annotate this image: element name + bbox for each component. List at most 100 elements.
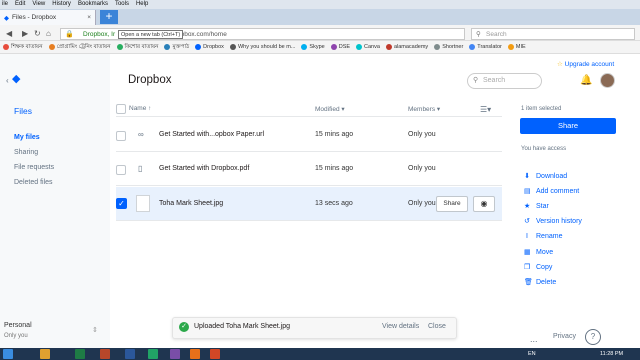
column-header-modified[interactable]: Modified ▾ xyxy=(315,105,345,113)
bookmark-icon xyxy=(229,44,236,50)
language-indicator[interactable]: EN xyxy=(528,349,536,359)
bookmark-item[interactable]: প্রোগ্রামিং ট্রেনিং বাতায়ন xyxy=(48,41,111,53)
column-header-name[interactable]: Name ↑ xyxy=(129,105,151,112)
collapse-chevron-icon[interactable]: ‹ xyxy=(6,76,9,85)
taskbar-app-icon[interactable] xyxy=(148,349,158,359)
action-add-comment[interactable]: ▤ Add comment xyxy=(524,187,579,196)
file-name[interactable]: Toha Mark Sheet.jpg xyxy=(159,200,223,207)
bookmark-item[interactable]: Shortner xyxy=(434,41,463,53)
taskbar-powerpoint-icon[interactable] xyxy=(100,349,110,359)
action-rename[interactable]: I Rename xyxy=(524,233,562,240)
search-placeholder: Search xyxy=(483,77,506,84)
taskbar-excel-icon[interactable] xyxy=(75,349,85,359)
bookmark-item[interactable]: মুক্তপাঠ xyxy=(164,41,189,53)
privacy-link[interactable]: Privacy xyxy=(553,333,576,340)
column-header-members[interactable]: Members ▾ xyxy=(408,105,440,113)
tab-strip xyxy=(0,9,640,25)
notifications-bell-icon[interactable]: 🔔 xyxy=(580,75,592,86)
bookmark-item[interactable]: কিশোর বাতায়ন xyxy=(116,41,158,53)
star-outline-icon: ☆ xyxy=(557,61,563,68)
share-button[interactable]: Share xyxy=(520,118,616,134)
browser-search-placeholder: Search xyxy=(486,31,507,38)
bookmark-item[interactable]: Canva xyxy=(356,41,380,53)
sidebar xyxy=(0,54,110,348)
start-icon[interactable] xyxy=(3,349,13,359)
toast-close-link[interactable]: Close xyxy=(428,323,446,330)
download-icon: ⬇ xyxy=(524,173,530,180)
upgrade-account-link[interactable]: ☆ Upgrade account xyxy=(557,60,614,68)
bookmark-item[interactable]: Skype xyxy=(301,41,325,53)
bookmark-icon xyxy=(301,44,308,50)
page-title: Dropbox xyxy=(128,74,172,86)
row-checkbox-checked[interactable]: ✓ xyxy=(116,198,127,209)
sidebar-item-sharing[interactable]: Sharing xyxy=(14,149,38,156)
avatar[interactable] xyxy=(600,73,615,88)
browser-search-input[interactable]: ⚲ Search xyxy=(471,28,635,40)
sidebar-item-my-files[interactable]: My files xyxy=(14,134,40,141)
action-copy[interactable]: ❐ Copy xyxy=(524,263,552,272)
bookmarks-bar: শিক্ষক বাতায়ন প্রোগ্রামিং ট্রেনিং বাতায… xyxy=(0,41,640,54)
help-button[interactable]: ? xyxy=(585,329,601,345)
file-name[interactable]: Get Started with...opbox Paper.url xyxy=(159,131,264,138)
select-all-checkbox[interactable] xyxy=(116,104,126,114)
bookmark-item[interactable]: Why you should be m... xyxy=(229,41,295,53)
bookmark-item[interactable]: DSE xyxy=(330,41,350,53)
dropbox-logo-icon[interactable]: ◆ xyxy=(12,72,20,85)
file-name[interactable]: Get Started with Dropbox.pdf xyxy=(159,165,249,172)
action-move[interactable]: ▦ Move xyxy=(524,248,553,257)
menu-file[interactable]: ile xyxy=(2,0,8,9)
bookmark-icon xyxy=(48,44,55,50)
more-options-button[interactable]: ... xyxy=(530,334,538,344)
taskbar-word-icon[interactable] xyxy=(125,349,135,359)
sidebar-item-file-requests[interactable]: File requests xyxy=(14,164,54,171)
row-more-button[interactable]: ◉ xyxy=(473,196,495,212)
forward-icon[interactable]: ▶ xyxy=(22,29,28,38)
taskbar-firefox-icon[interactable] xyxy=(190,349,200,359)
taskbar-app-icon[interactable] xyxy=(170,349,180,359)
view-details-link[interactable]: View details xyxy=(382,323,419,330)
view-options-icon[interactable]: ☰▾ xyxy=(480,105,491,114)
sidebar-title[interactable]: Files xyxy=(14,106,32,116)
taskbar-app-icon[interactable] xyxy=(210,349,220,359)
account-name[interactable]: Personal xyxy=(4,322,32,329)
reload-icon[interactable]: ↻ xyxy=(34,29,41,38)
menu-help[interactable]: Help xyxy=(136,0,148,9)
eye-icon: ◉ xyxy=(480,199,488,208)
menu-history[interactable]: History xyxy=(52,0,71,9)
url-path: opbox.com/home xyxy=(176,31,227,38)
browser-tab[interactable]: ◆ Files - Dropbox × xyxy=(0,10,96,25)
sidebar-item-deleted-files[interactable]: Deleted files xyxy=(14,179,53,186)
bookmark-item[interactable]: Dropbox xyxy=(195,41,224,53)
menu-view[interactable]: View xyxy=(32,0,45,9)
taskbar-explorer-icon[interactable] xyxy=(40,349,50,359)
menu-tools[interactable]: Tools xyxy=(115,0,129,9)
row-checkbox[interactable] xyxy=(116,165,126,175)
bookmark-item[interactable]: Translator xyxy=(469,41,502,53)
bookmark-item[interactable]: alamacademy xyxy=(385,41,428,53)
action-download[interactable]: ⬇ Download xyxy=(524,172,567,181)
menu-bookmarks[interactable]: Bookmarks xyxy=(78,0,108,9)
bookmark-icon xyxy=(116,44,123,50)
bookmark-item[interactable]: শিক্ষক বাতায়ন xyxy=(3,41,43,53)
check-circle-icon: ✓ xyxy=(179,322,189,332)
comment-icon: ▤ xyxy=(524,188,531,195)
pdf-icon: ▯ xyxy=(138,164,143,173)
bookmark-icon xyxy=(507,44,514,50)
action-delete[interactable]: 🗑 Delete xyxy=(524,278,556,287)
action-version-history[interactable]: ↺ Version history xyxy=(524,217,582,226)
row-share-button[interactable]: Share xyxy=(436,196,468,212)
taskbar-clock[interactable]: 11:28 PM xyxy=(600,349,623,359)
row-checkbox[interactable] xyxy=(116,131,126,141)
home-icon[interactable]: ⌂ xyxy=(46,29,51,38)
action-star[interactable]: ★ Star xyxy=(524,202,549,211)
history-icon: ↺ xyxy=(524,218,530,225)
search-input[interactable]: ⚲ Search xyxy=(467,73,542,89)
account-switch-icon[interactable]: ⇕ xyxy=(92,326,98,334)
new-tab-button[interactable]: + xyxy=(100,10,118,24)
back-icon[interactable]: ◀ xyxy=(6,29,12,38)
bookmark-icon xyxy=(3,44,9,50)
menu-edit[interactable]: Edit xyxy=(15,0,25,9)
bookmark-item[interactable]: MIE xyxy=(507,41,526,53)
tab-title: Files - Dropbox xyxy=(12,14,57,21)
close-tab-icon[interactable]: × xyxy=(87,14,91,21)
